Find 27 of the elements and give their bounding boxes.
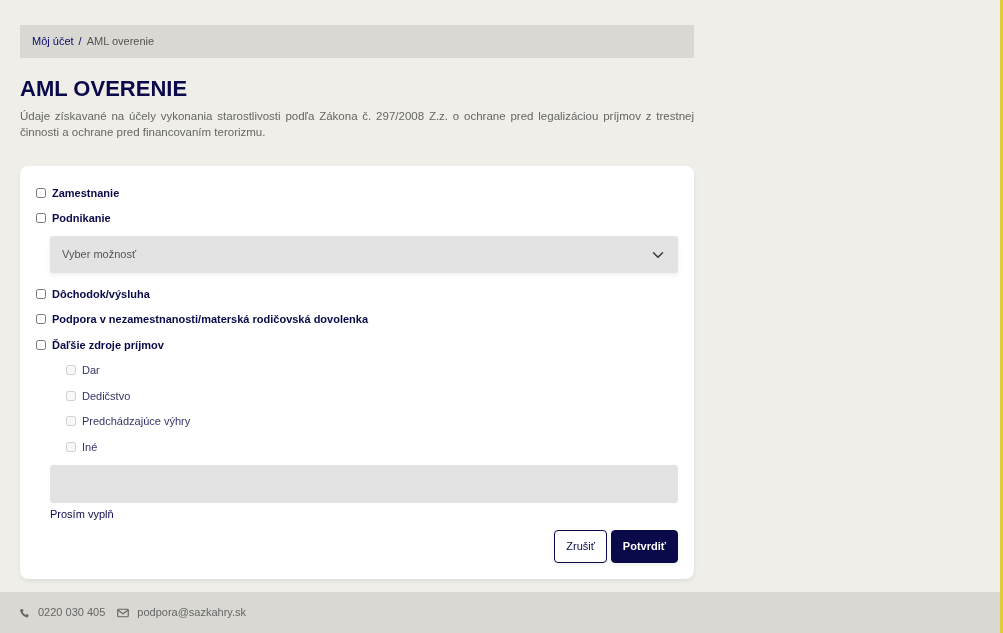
email-link[interactable]: podpora@sazkahry.sk bbox=[137, 604, 247, 621]
breadcrumb-current: AML overenie bbox=[86, 34, 155, 49]
cancel-button[interactable]: Zrušiť bbox=[554, 530, 607, 563]
checkbox-label: Dar bbox=[82, 363, 100, 379]
phone-number: 0220 030 405 bbox=[38, 605, 106, 621]
checkbox-label: Podnikanie bbox=[52, 211, 111, 227]
checkbox[interactable] bbox=[36, 314, 46, 325]
page-description: Údaje získavané na účely vykonania starostlivosti podľa Zákona č. 297/2008 Z.z. o ochrane pred legalizáciou príjmov z trestnej činnosti a ochrane pred financovaním terorizmu. bbox=[20, 108, 694, 140]
envelope-icon bbox=[117, 607, 130, 618]
checkbox-label: Podpora v nezamestnanosti/materská rodičovská dovolenka bbox=[52, 312, 369, 328]
checkbox-label: Ďaľšie zdroje príjmov bbox=[52, 337, 164, 353]
checkbox-label: Predchádzajúce výhry bbox=[82, 414, 191, 430]
checkbox-label: Iné bbox=[82, 439, 98, 455]
checkbox[interactable] bbox=[36, 288, 46, 299]
checkbox-label: Dôchodok/výsluha bbox=[52, 286, 150, 302]
page-title: AML OVERENIE bbox=[20, 75, 189, 102]
phone-icon bbox=[20, 607, 30, 618]
checkbox-label: Zamestnanie bbox=[52, 185, 120, 201]
option-select[interactable]: Vyber možnosť bbox=[50, 236, 678, 274]
help-text: Prosím vyplň bbox=[50, 506, 115, 522]
checkbox[interactable] bbox=[36, 187, 46, 198]
breadcrumb-separator: / bbox=[78, 34, 82, 49]
checkbox[interactable] bbox=[36, 339, 46, 350]
checkbox-label: Dedičstvo bbox=[82, 388, 131, 404]
breadcrumb-link[interactable]: Môj účet bbox=[32, 33, 74, 50]
checkbox[interactable] bbox=[36, 213, 46, 224]
confirm-button[interactable]: Potvrdiť bbox=[610, 530, 678, 563]
